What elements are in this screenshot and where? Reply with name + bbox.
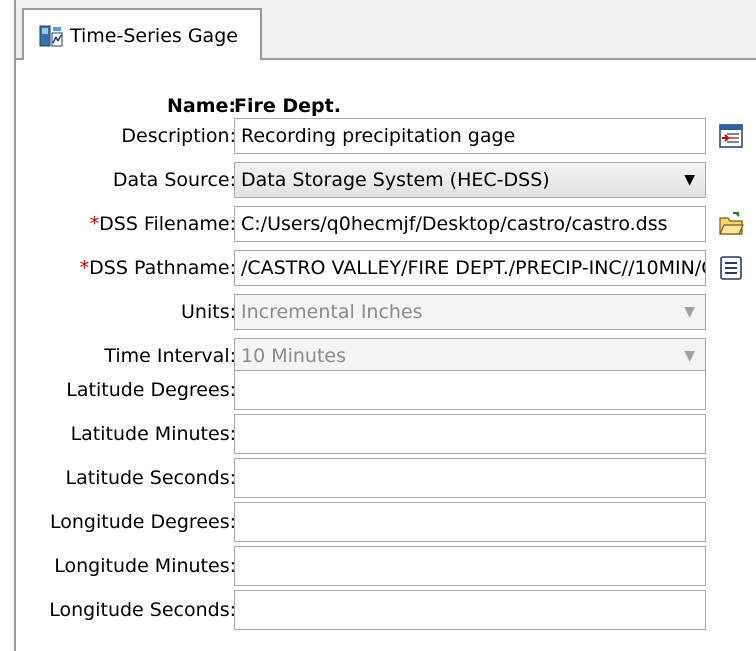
latitude-seconds-input[interactable] [234,458,706,498]
select-pathname-button[interactable] [718,254,744,282]
data-source-select[interactable]: Data Storage System (HEC-DSS) ▼ [234,162,706,198]
chevron-down-icon: ▼ [684,172,695,188]
description-input[interactable]: Recording precipitation gage [234,118,706,154]
description-row: Description: Recording precipitation gag… [16,118,756,154]
description-label: Description: [121,125,236,147]
dss-filename-input[interactable]: C:/Users/q0hecmjf/Desktop/castro/castro.… [234,206,706,242]
pathname-selector-icon [720,256,742,280]
gage-icon [39,25,63,47]
units-label: Units: [181,301,236,323]
time-interval-row: Time Interval: 10 Minutes ▼ [16,338,756,374]
latitude-minutes-label: Latitude Minutes: [70,423,236,445]
description-editor-button[interactable] [718,122,744,150]
longitude-seconds-input[interactable] [234,590,706,630]
latitude-seconds-label: Latitude Seconds: [65,467,236,489]
longitude-seconds-row: Longitude Seconds: [16,590,756,630]
chevron-down-icon: ▼ [684,304,695,320]
component-editor: Time-Series Gage Name: Fire Dept. Descri… [14,0,756,651]
units-select: Incremental Inches ▼ [234,294,706,330]
dss-pathname-input[interactable]: /CASTRO VALLEY/FIRE DEPT./PRECIP-INC//10… [234,250,706,286]
longitude-minutes-row: Longitude Minutes: [16,546,756,586]
latitude-degrees-row: Latitude Degrees: [16,370,756,410]
required-mark: * [79,257,90,279]
longitude-minutes-label: Longitude Minutes: [54,555,236,577]
gage-form: Name: Fire Dept. Description: Recording … [16,60,756,651]
units-row: Units: Incremental Inches ▼ [16,294,756,330]
required-mark: * [89,213,100,235]
time-interval-select: 10 Minutes ▼ [234,338,706,374]
latitude-degrees-input[interactable] [234,370,706,410]
tab-time-series-gage[interactable]: Time-Series Gage [22,8,262,62]
dss-pathname-label-text: DSS Pathname: [89,257,236,279]
browse-file-button[interactable] [718,210,744,238]
dss-pathname-row: *DSS Pathname: /CASTRO VALLEY/FIRE DEPT.… [16,250,756,286]
open-folder-icon [719,212,744,235]
latitude-minutes-row: Latitude Minutes: [16,414,756,454]
tab-strip: Time-Series Gage [16,0,756,62]
dss-filename-label: *DSS Filename: [90,206,236,242]
time-interval-value: 10 Minutes [241,345,347,367]
data-source-row: Data Source: Data Storage System (HEC-DS… [16,162,756,198]
description-editor-icon [719,124,743,148]
longitude-degrees-row: Longitude Degrees: [16,502,756,542]
data-source-label: Data Source: [112,169,236,191]
data-source-value: Data Storage System (HEC-DSS) [241,169,550,191]
latitude-minutes-input[interactable] [234,414,706,454]
longitude-degrees-label: Longitude Degrees: [50,511,236,533]
tab-label: Time-Series Gage [70,25,238,47]
units-value: Incremental Inches [241,301,423,323]
chevron-down-icon: ▼ [684,348,695,364]
dss-pathname-label: *DSS Pathname: [80,250,236,286]
latitude-seconds-row: Latitude Seconds: [16,458,756,498]
time-interval-label: Time Interval: [104,345,236,367]
dss-filename-row: *DSS Filename: C:/Users/q0hecmjf/Desktop… [16,206,756,242]
longitude-degrees-input[interactable] [234,502,706,542]
longitude-seconds-label: Longitude Seconds: [49,599,236,621]
longitude-minutes-input[interactable] [234,546,706,586]
dss-filename-label-text: DSS Filename: [99,213,236,235]
latitude-degrees-label: Latitude Degrees: [66,379,236,401]
